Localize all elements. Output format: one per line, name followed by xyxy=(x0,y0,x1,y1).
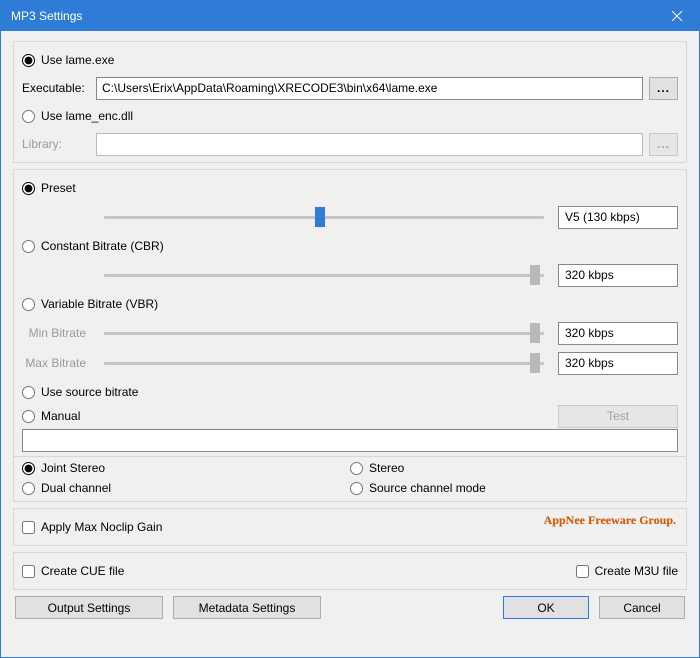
window-title: MP3 Settings xyxy=(11,9,654,23)
dual-channel-label: Dual channel xyxy=(41,481,111,495)
use-lame-dll-label: Use lame_enc.dll xyxy=(41,109,133,123)
manual-radio[interactable] xyxy=(22,410,35,423)
use-lame-exe-radio[interactable] xyxy=(22,54,35,67)
dual-channel-radio[interactable] xyxy=(22,482,35,495)
browse-library-button: ... xyxy=(649,133,678,156)
executable-label: Executable: xyxy=(22,81,90,95)
dialog-body: Use lame.exe Executable: ... Use lame_en… xyxy=(1,31,699,657)
max-bitrate-slider[interactable] xyxy=(98,350,550,376)
apply-noclip-checkbox[interactable] xyxy=(22,521,35,534)
stereo-radio[interactable] xyxy=(350,462,363,475)
cancel-button[interactable]: Cancel xyxy=(599,596,685,619)
stereo-label: Stereo xyxy=(369,461,404,475)
min-bitrate-value[interactable]: 320 kbps xyxy=(558,322,678,345)
max-bitrate-label: Max Bitrate xyxy=(22,356,90,370)
preset-value[interactable]: V5 (130 kbps) xyxy=(558,206,678,229)
create-m3u-checkbox[interactable] xyxy=(576,565,589,578)
vbr-label: Variable Bitrate (VBR) xyxy=(41,297,158,311)
vbr-radio[interactable] xyxy=(22,298,35,311)
output-settings-button[interactable]: Output Settings xyxy=(15,596,163,619)
cbr-label: Constant Bitrate (CBR) xyxy=(41,239,164,253)
encoder-group: Use lame.exe Executable: ... Use lame_en… xyxy=(13,41,687,163)
file-create-group: Create CUE file Create M3U file xyxy=(13,552,687,590)
create-cue-label: Create CUE file xyxy=(41,564,124,578)
create-m3u-label: Create M3U file xyxy=(595,564,678,578)
manual-label: Manual xyxy=(41,409,80,423)
titlebar: MP3 Settings xyxy=(1,1,699,31)
source-channel-radio[interactable] xyxy=(350,482,363,495)
cbr-value[interactable]: 320 kbps xyxy=(558,264,678,287)
library-input xyxy=(96,133,643,156)
use-lame-exe-label: Use lame.exe xyxy=(41,53,114,67)
preset-radio[interactable] xyxy=(22,182,35,195)
close-icon xyxy=(672,11,682,21)
apply-noclip-label: Apply Max Noclip Gain xyxy=(41,520,162,534)
library-label: Library: xyxy=(22,137,90,151)
source-bitrate-radio[interactable] xyxy=(22,386,35,399)
bitrate-group: Preset V5 (130 kbps) Constant Bitrate (C… xyxy=(13,169,687,502)
test-button: Test xyxy=(558,405,678,428)
noclip-group: Apply Max Noclip Gain AppNee Freeware Gr… xyxy=(13,508,687,546)
footer: Output Settings Metadata Settings OK Can… xyxy=(13,596,687,621)
max-bitrate-value[interactable]: 320 kbps xyxy=(558,352,678,375)
joint-stereo-radio[interactable] xyxy=(22,462,35,475)
min-bitrate-slider[interactable] xyxy=(98,320,550,346)
preset-label: Preset xyxy=(41,181,76,195)
manual-input[interactable] xyxy=(22,429,678,452)
cbr-radio[interactable] xyxy=(22,240,35,253)
min-bitrate-label: Min Bitrate xyxy=(22,326,90,340)
separator xyxy=(14,456,686,457)
source-channel-label: Source channel mode xyxy=(369,481,486,495)
joint-stereo-label: Joint Stereo xyxy=(41,461,105,475)
source-bitrate-label: Use source bitrate xyxy=(41,385,138,399)
create-cue-checkbox[interactable] xyxy=(22,565,35,578)
channel-mode-group: Joint Stereo Stereo Dual channel Source … xyxy=(22,461,678,495)
mp3-settings-window: MP3 Settings Use lame.exe Executable: ..… xyxy=(0,0,700,658)
close-button[interactable] xyxy=(654,1,699,31)
metadata-settings-button[interactable]: Metadata Settings xyxy=(173,596,321,619)
preset-slider[interactable] xyxy=(98,204,550,230)
use-lame-dll-radio[interactable] xyxy=(22,110,35,123)
executable-input[interactable] xyxy=(96,77,643,100)
ok-button[interactable]: OK xyxy=(503,596,589,619)
browse-executable-button[interactable]: ... xyxy=(649,77,678,100)
cbr-slider[interactable] xyxy=(98,262,550,288)
